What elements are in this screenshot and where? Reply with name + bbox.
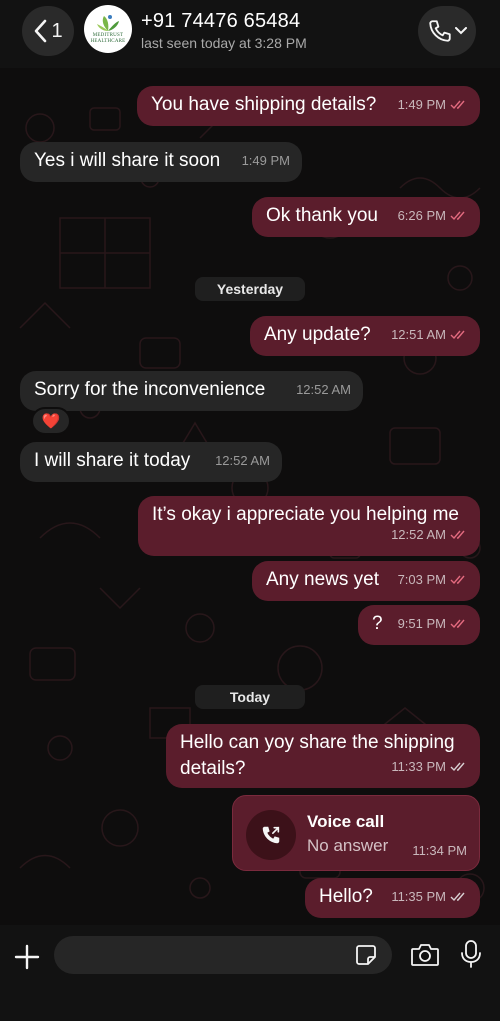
message-meta: 1:49 PM	[398, 92, 468, 118]
chat-area[interactable]: You have shipping details? 1:49 PM Yes i…	[0, 68, 500, 925]
chevron-left-icon	[35, 19, 47, 43]
message-time: 9:51 PM	[397, 616, 446, 631]
voice-call-card[interactable]: Voice call No answer 11:34 PM	[232, 795, 480, 871]
read-ticks-icon	[450, 530, 465, 540]
message-meta: 12:52 AM	[391, 522, 468, 548]
avatar-logo-text-2: HEALTHCARE	[90, 39, 126, 44]
message-text: Any news yet	[266, 569, 379, 590]
message-time: 6:26 PM	[397, 208, 446, 223]
message-bubble-outgoing[interactable]: Ok thank you 6:26 PM	[252, 197, 480, 237]
avatar[interactable]: MEDITRUST HEALTHCARE	[84, 5, 132, 53]
message-text: Sorry for the inconvenience	[34, 379, 266, 400]
message-bubble-incoming[interactable]: Yes i will share it soon 1:49 PM	[20, 142, 302, 182]
camera-icon[interactable]	[410, 942, 440, 968]
message-text: Any update?	[264, 324, 371, 345]
message-bubble-outgoing[interactable]: Hello? 11:35 PM	[305, 878, 480, 918]
outgoing-call-icon	[262, 826, 280, 844]
message-time: 7:03 PM	[397, 572, 446, 587]
message-time: 11:33 PM	[391, 759, 446, 774]
chat-header: 1 MEDITRUST HEALTHCARE +91 74476 65484 l…	[0, 0, 500, 68]
leaf-logo-icon	[97, 15, 119, 31]
unread-count: 1	[51, 19, 63, 42]
message-meta: 11:35 PM	[391, 884, 468, 910]
call-title: Voice call	[307, 812, 385, 831]
message-text: Yes i will share it soon	[34, 150, 221, 171]
last-seen-status: last seen today at 3:28 PM	[141, 35, 307, 51]
message-time: 12:51 AM	[391, 327, 446, 342]
back-button[interactable]: 1	[22, 6, 74, 56]
contact-name[interactable]: +91 74476 65484	[141, 10, 300, 33]
message-time: 12:52 AM	[215, 453, 270, 468]
message-meta: 11:33 PM	[391, 754, 468, 780]
phone-icon	[429, 20, 451, 42]
message-text: ?	[372, 613, 383, 634]
message-bubble-outgoing[interactable]: Any news yet 7:03 PM	[252, 561, 480, 601]
microphone-icon[interactable]	[460, 939, 482, 969]
message-input[interactable]	[54, 936, 392, 974]
message-bubble-incoming[interactable]: Sorry for the inconvenience 12:52 AM	[20, 371, 363, 411]
message-bubble-outgoing[interactable]: You have shipping details? 1:49 PM	[137, 86, 480, 126]
message-time: 1:49 PM	[397, 97, 446, 112]
read-ticks-icon	[450, 211, 465, 221]
read-ticks-icon	[450, 330, 465, 340]
sticker-icon[interactable]	[354, 943, 378, 967]
message-time: 12:52 AM	[391, 527, 446, 542]
message-input-bar	[0, 925, 500, 1021]
plus-icon[interactable]	[13, 943, 41, 971]
missed-call-icon-circle	[246, 810, 296, 860]
message-time: 1:49 PM	[241, 153, 290, 168]
read-ticks-icon	[450, 619, 465, 629]
read-ticks-icon	[450, 100, 465, 110]
message-bubble-outgoing[interactable]: Hello can yoy share the shipping details…	[166, 724, 480, 788]
message-text: You have shipping details?	[151, 94, 377, 115]
message-bubble-outgoing[interactable]: ? 9:51 PM	[358, 605, 480, 645]
message-bubble-incoming[interactable]: I will share it today 12:52 AM	[20, 442, 282, 482]
call-button[interactable]	[418, 6, 476, 56]
message-meta: 9:51 PM	[398, 611, 468, 637]
date-separator: Yesterday	[195, 277, 305, 301]
message-meta: 7:03 PM	[398, 567, 468, 593]
heart-reaction[interactable]: ❤️	[31, 407, 71, 435]
message-text: Hello?	[319, 886, 373, 907]
delivered-ticks-icon	[450, 892, 465, 902]
call-time: 11:34 PM	[412, 843, 467, 858]
message-meta: 6:26 PM	[398, 203, 468, 229]
message-meta: 12:52 AM	[296, 377, 351, 403]
delivered-ticks-icon	[450, 762, 465, 772]
message-bubble-outgoing[interactable]: It’s okay i appreciate you helping me 12…	[138, 496, 480, 556]
message-text: I will share it today	[34, 450, 191, 471]
date-separator: Today	[195, 685, 305, 709]
message-meta: 1:49 PM	[242, 148, 290, 174]
message-text: Ok thank you	[266, 205, 378, 226]
heart-icon: ❤️	[41, 413, 61, 430]
read-ticks-icon	[450, 575, 465, 585]
message-meta: 12:51 AM	[391, 322, 468, 348]
message-time: 12:52 AM	[296, 382, 351, 397]
call-status: No answer	[307, 836, 389, 855]
message-time: 11:35 PM	[391, 889, 446, 904]
message-bubble-outgoing[interactable]: Any update? 12:51 AM	[250, 316, 480, 356]
message-meta: 12:52 AM	[215, 448, 270, 474]
chevron-down-icon	[455, 27, 467, 35]
